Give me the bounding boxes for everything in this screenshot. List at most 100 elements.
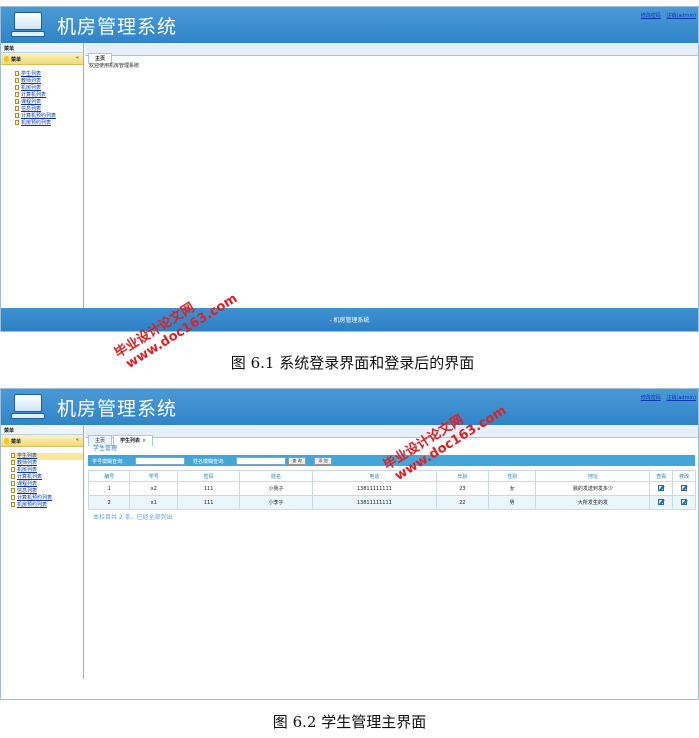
sidebar-item-course-list[interactable]: 课程列表 (11, 481, 83, 488)
document-icon (11, 453, 15, 458)
sidebar-menu-list: 学生列表 教师列表 机房列表 计算机列表 课程列表 信息列表 计算机预约列表 机… (1, 447, 83, 509)
col-edit-header: 修改 (672, 470, 696, 482)
sidebar-menu-list: 学生列表 教师列表 机房列表 计算机列表 课程列表 信息列表 计算机预约列表 机… (1, 65, 83, 127)
app-title: 机房管理系统 (57, 398, 178, 420)
figure-caption-1: 图 6.1 系统登录界面和登录后的界面 (230, 354, 475, 372)
sidebar-item-course-list[interactable]: 课程列表 (15, 99, 83, 106)
cell-id: 2 (87, 495, 131, 510)
logout-link[interactable]: 注销(admin) (666, 395, 696, 401)
screenshot-student-management: 机房管理系统 修改密码 注销(admin) 菜单 菜单 « 学生列表 教师列表 … (0, 388, 699, 700)
document-icon (11, 481, 15, 486)
tab-bar: 主页 学生列表 × (85, 425, 698, 446)
cell-name: 小我子 (239, 481, 313, 496)
sidebar-group-header[interactable]: 菜单 « (1, 53, 83, 65)
sidebar-title: 菜单 (1, 425, 83, 435)
student-no-search-label: 学号模糊查询: (92, 459, 124, 465)
cell-student-no: x1 (129, 495, 179, 510)
tab-bar: 主页 (85, 43, 698, 64)
sidebar-item-room-booking-list[interactable]: 机房预约列表 (11, 502, 83, 509)
sidebar-item-teacher-list[interactable]: 教师列表 (15, 78, 83, 85)
document-icon (15, 106, 19, 111)
app-header: 机房管理系统 修改密码 注销(admin) (1, 389, 698, 425)
document-icon (15, 120, 19, 125)
cell-address: 晨的发送到发多少 (535, 481, 651, 496)
col-password-header[interactable]: 密码 (177, 470, 241, 482)
cell-age: 23 (436, 481, 489, 496)
document-icon (11, 495, 15, 500)
sidebar-item-room-list[interactable]: 机房列表 (15, 85, 83, 92)
sidebar-group-header[interactable]: 菜单 « (1, 435, 83, 447)
table-row: 1 x2 111 小我子 13811111111 23 女 晨的发送到发多少 (87, 481, 696, 496)
col-age-header[interactable]: 年龄 (436, 470, 489, 482)
table-row: 2 x1 111 小李子 13811111111 22 男 大所发生的发 (87, 495, 696, 510)
col-address-header[interactable]: 地址 (535, 470, 651, 482)
sidebar-item-computer-list[interactable]: 计算机列表 (15, 92, 83, 99)
tab-student-list[interactable]: 学生列表 × (113, 435, 154, 446)
bulb-icon (4, 438, 9, 444)
col-id-header[interactable]: 编号 (87, 470, 131, 482)
name-search-label: 姓名模糊查询: (193, 459, 225, 465)
name-search-input[interactable] (236, 457, 286, 465)
sidebar: 菜单 菜单 « 学生列表 教师列表 机房列表 计算机列表 课程列表 信息列表 计… (1, 43, 84, 308)
cell-gender: 男 (487, 495, 537, 510)
cell-address: 大所发生的发 (535, 495, 651, 510)
welcome-text: 欢迎使用机房管理系统 (89, 63, 140, 69)
cell-edit (672, 481, 696, 496)
document-icon (15, 85, 19, 90)
app-header: 机房管理系统 修改密码 注销(admin) (1, 7, 698, 43)
sidebar-item-computer-list[interactable]: 计算机列表 (11, 474, 83, 481)
edit-icon[interactable] (681, 498, 688, 505)
close-tab-icon[interactable]: × (142, 438, 146, 444)
document-icon (11, 460, 15, 465)
sidebar: 菜单 菜单 « 学生列表 教师列表 机房列表 计算机列表 课程列表 信息列表 计… (1, 425, 84, 679)
collapse-icon[interactable]: « (76, 55, 79, 61)
sidebar-item-room-booking-list[interactable]: 机房预约列表 (15, 120, 83, 127)
cell-edit (672, 495, 696, 510)
change-password-link[interactable]: 修改密码 (641, 13, 661, 19)
cell-gender: 女 (487, 481, 537, 496)
collapse-icon[interactable]: « (76, 437, 79, 443)
sidebar-item-student-list[interactable]: 学生列表 (11, 453, 83, 460)
sidebar-item-room-list[interactable]: 机房列表 (11, 467, 83, 474)
view-icon[interactable] (658, 498, 665, 505)
sidebar-item-student-list[interactable]: 学生列表 (15, 71, 83, 78)
sidebar-item-computer-booking-list[interactable]: 计算机预约列表 (11, 495, 83, 502)
change-password-link[interactable]: 修改密码 (641, 395, 661, 401)
app-title: 机房管理系统 (57, 16, 178, 38)
add-button[interactable]: 添 加 (314, 457, 332, 465)
document-icon (15, 71, 19, 76)
cell-password: 111 (177, 481, 241, 496)
computer-logo-icon (11, 11, 45, 39)
document-icon (11, 467, 15, 472)
header-links: 修改密码 注销(admin) (637, 12, 696, 19)
cell-name: 小李子 (239, 495, 313, 510)
sidebar-item-teacher-list[interactable]: 教师列表 (11, 460, 83, 467)
view-icon[interactable] (658, 484, 665, 491)
main-content: 主页 欢迎使用机房管理系统 (85, 43, 698, 308)
col-name-header[interactable]: 姓名 (239, 470, 313, 482)
cell-view (649, 495, 674, 510)
search-button[interactable]: 查 询 (288, 457, 306, 465)
screenshot-login-home: 机房管理系统 修改密码 注销(admin) 菜单 菜单 « 学生列表 教师列表 … (0, 6, 699, 332)
sidebar-title: 菜单 (1, 43, 83, 53)
col-view-header: 查看 (649, 470, 674, 482)
table-summary: 本栏目共 2 条，已经全部列出 (93, 514, 173, 521)
document-icon (15, 92, 19, 97)
sidebar-item-info-list[interactable]: 信息列表 (15, 106, 83, 113)
cell-phone: 13811111111 (311, 495, 438, 510)
document-icon (11, 502, 15, 507)
document-icon (15, 113, 19, 118)
sidebar-item-computer-booking-list[interactable]: 计算机预约列表 (15, 113, 83, 120)
document-icon (11, 474, 15, 479)
logout-link[interactable]: 注销(admin) (666, 13, 696, 19)
sidebar-item-info-list[interactable]: 信息列表 (11, 488, 83, 495)
student-no-search-input[interactable] (135, 457, 185, 465)
edit-icon[interactable] (681, 484, 688, 491)
cell-id: 1 (87, 481, 131, 496)
cell-age: 22 (436, 495, 489, 510)
col-student-no-header[interactable]: 学号 (129, 470, 179, 482)
col-gender-header[interactable]: 性别 (487, 470, 537, 482)
cell-student-no: x2 (129, 481, 179, 496)
document-icon (11, 488, 15, 493)
cell-phone: 13811111111 (311, 481, 438, 496)
